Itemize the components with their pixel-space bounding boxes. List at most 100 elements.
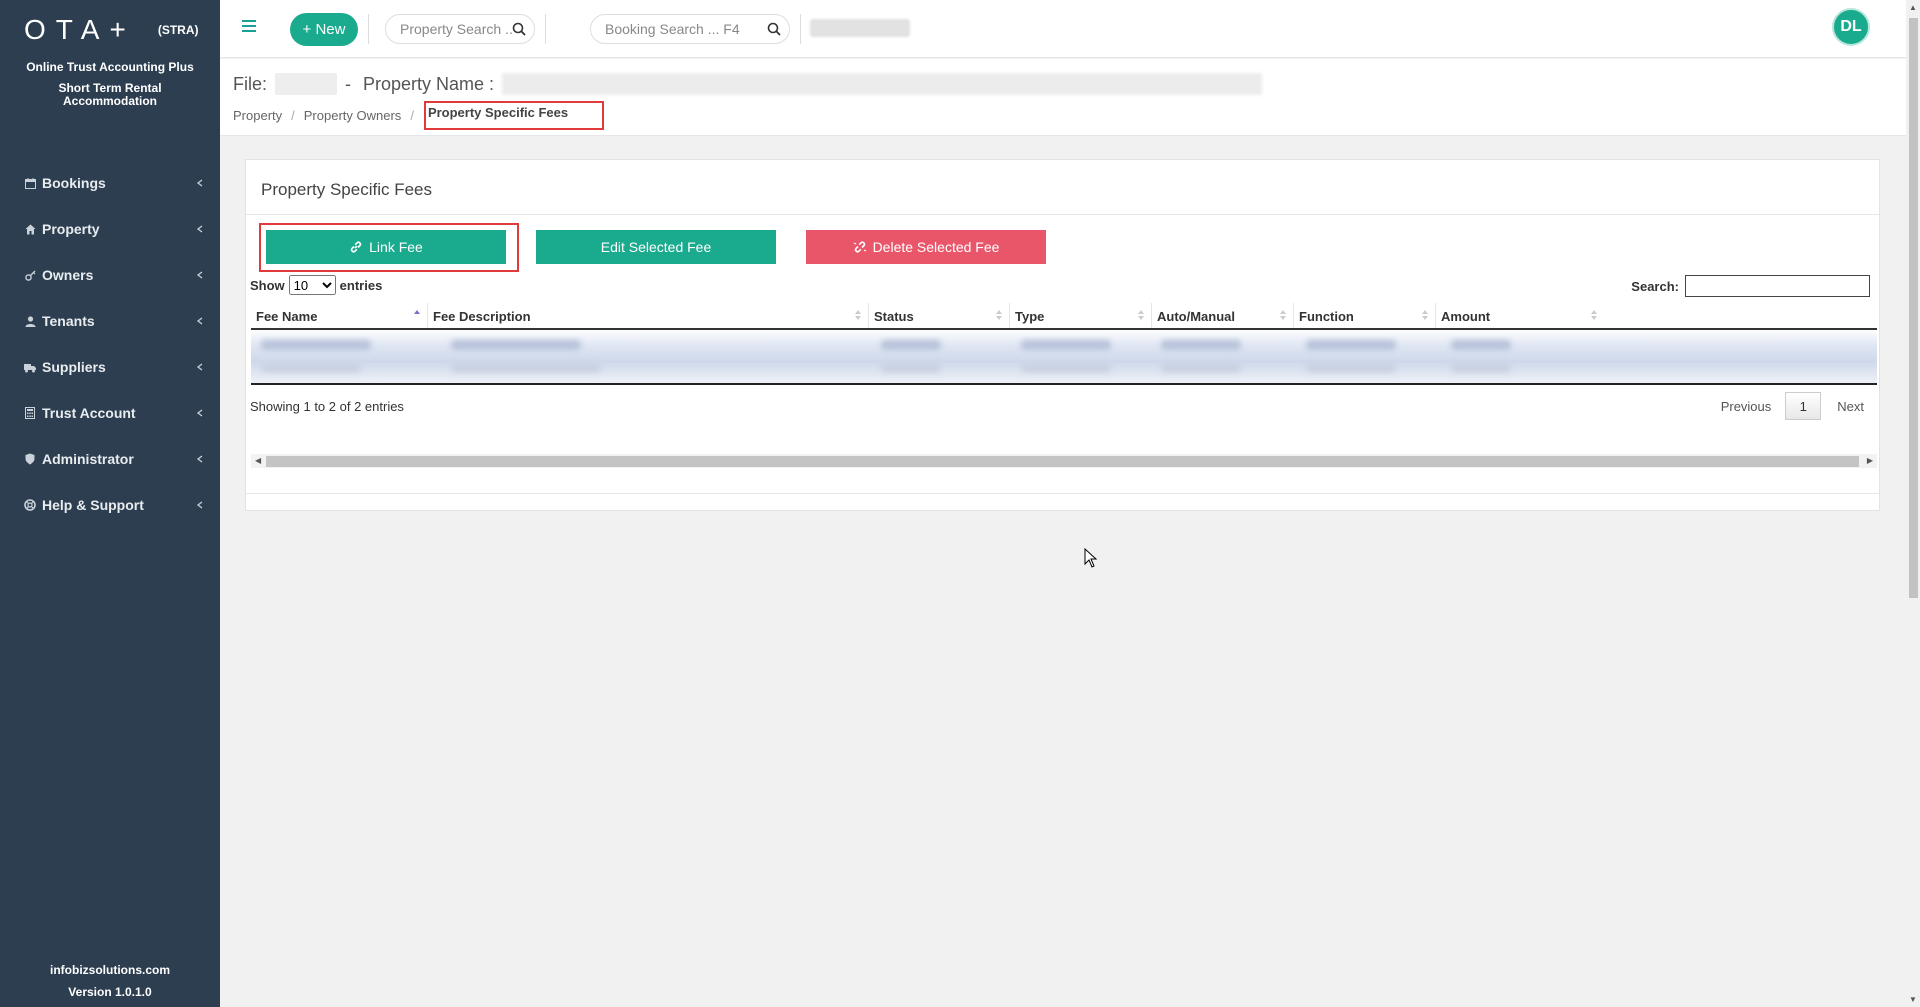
- sort-icon: [854, 309, 862, 321]
- divider: [368, 14, 369, 44]
- redacted-property-name: [502, 73, 1263, 95]
- breadcrumb-property[interactable]: Property: [233, 108, 282, 123]
- column-status[interactable]: Status: [869, 303, 1010, 328]
- scroll-left-icon[interactable]: ◀: [255, 456, 261, 465]
- property-search[interactable]: [385, 14, 535, 44]
- footer-site-link[interactable]: infobizsolutions.com: [0, 963, 220, 977]
- breadcrumb-separator: /: [410, 108, 414, 123]
- table-header: Fee Name Fee Description Status Type Aut…: [251, 303, 1877, 330]
- entries-select[interactable]: 10: [288, 275, 336, 295]
- pagination: Previous 1 Next: [1721, 392, 1864, 420]
- table-search-input[interactable]: [1685, 275, 1870, 297]
- sidebar: OTA+ (STRA) Online Trust Accounting Plus…: [0, 0, 220, 1007]
- sidebar-item-label: Help & Support: [42, 497, 144, 513]
- column-label: Fee Name: [256, 309, 318, 324]
- sidebar-item-bookings[interactable]: Bookings: [0, 160, 220, 206]
- vertical-scrollbar[interactable]: ▲ ▼: [1906, 0, 1920, 1007]
- mouse-cursor-icon: [1084, 547, 1098, 568]
- scroll-down-icon[interactable]: ▼: [1909, 995, 1917, 1004]
- new-button[interactable]: + New: [290, 13, 358, 46]
- sidebar-item-label: Trust Account: [42, 405, 136, 421]
- breadcrumb: Property / Property Owners / Property Sp…: [233, 101, 605, 130]
- breadcrumb-property-owners[interactable]: Property Owners: [304, 108, 402, 123]
- scrollbar-thumb[interactable]: [266, 456, 1859, 467]
- property-name-label: Property Name :: [363, 73, 495, 94]
- page-number-button[interactable]: 1: [1785, 392, 1822, 420]
- chevron-left-icon: [196, 271, 204, 279]
- file-label: File:: [233, 73, 268, 94]
- divider: [246, 493, 1879, 494]
- avatar[interactable]: DL: [1832, 8, 1870, 46]
- brand-subtitle: Online Trust Accounting Plus: [26, 60, 194, 74]
- chevron-left-icon: [196, 455, 204, 463]
- chevron-left-icon: [196, 409, 204, 417]
- redacted-file-number: [275, 73, 338, 95]
- link-icon: [349, 240, 363, 254]
- sidebar-item-trust-account[interactable]: Trust Account: [0, 390, 220, 436]
- entries-label: entries: [339, 277, 383, 293]
- column-fee-description[interactable]: Fee Description: [428, 303, 869, 328]
- file-line: File: - Property Name :: [233, 73, 1263, 95]
- top-bar: + New DL: [220, 0, 1906, 58]
- column-label: Type: [1015, 309, 1045, 324]
- sidebar-item-label: Administrator: [42, 451, 134, 467]
- column-type[interactable]: Type: [1010, 303, 1152, 328]
- scrollbar-thumb[interactable]: [1909, 18, 1918, 598]
- chevron-left-icon: [196, 179, 204, 187]
- delete-selected-fee-button[interactable]: Delete Selected Fee: [806, 230, 1046, 264]
- delete-fee-label: Delete Selected Fee: [872, 239, 1000, 255]
- search-label: Search:: [1631, 278, 1679, 294]
- divider: [800, 14, 801, 44]
- link-fee-button[interactable]: Link Fee: [266, 230, 506, 264]
- divider: [545, 14, 546, 44]
- footer-version: Version 1.0.1.0: [68, 985, 152, 999]
- sidebar-item-property[interactable]: Property: [0, 206, 220, 252]
- column-label: Fee Description: [433, 309, 531, 324]
- chevron-left-icon: [196, 225, 204, 233]
- sort-icon: [1279, 309, 1287, 321]
- sidebar-item-suppliers[interactable]: Suppliers: [0, 344, 220, 390]
- sort-icon: [1137, 309, 1145, 321]
- card-title: Property Specific Fees: [261, 180, 433, 199]
- sidebar-item-help-support[interactable]: Help & Support: [0, 482, 220, 528]
- chevron-left-icon: [196, 501, 204, 509]
- search-icon[interactable]: [767, 22, 781, 36]
- column-fee-name[interactable]: Fee Name: [251, 303, 428, 328]
- scroll-up-icon[interactable]: ▲: [1909, 3, 1917, 12]
- booking-search-input[interactable]: [605, 21, 767, 37]
- table-body-redacted[interactable]: [251, 330, 1877, 385]
- sidebar-item-owners[interactable]: Owners: [0, 252, 220, 298]
- brand-tag: (STRA): [157, 23, 199, 37]
- entries-length: Show 10 entries: [250, 275, 382, 295]
- column-label: Function: [1299, 309, 1354, 324]
- property-search-input[interactable]: [400, 21, 512, 37]
- search-icon[interactable]: [512, 22, 526, 36]
- link-fee-label: Link Fee: [369, 239, 423, 255]
- next-page-button[interactable]: Next: [1837, 399, 1864, 414]
- page-header: File: - Property Name : Property / Prope…: [220, 59, 1906, 136]
- previous-page-button[interactable]: Previous: [1721, 399, 1772, 414]
- sidebar-item-label: Owners: [42, 267, 94, 283]
- menu-toggle-icon[interactable]: [242, 20, 256, 32]
- unlink-icon: [853, 240, 867, 254]
- breadcrumb-current: Property Specific Fees: [423, 101, 605, 130]
- key-icon: [24, 269, 36, 281]
- sidebar-item-administrator[interactable]: Administrator: [0, 436, 220, 482]
- edit-selected-fee-button[interactable]: Edit Selected Fee: [536, 230, 776, 264]
- table-info: Showing 1 to 2 of 2 entries: [250, 399, 404, 414]
- scroll-right-icon[interactable]: ▶: [1867, 456, 1873, 465]
- column-auto-manual[interactable]: Auto/Manual: [1152, 303, 1294, 328]
- sort-icon: [1421, 309, 1429, 321]
- sidebar-item-label: Tenants: [42, 313, 95, 329]
- horizontal-scrollbar[interactable]: ◀ ▶: [251, 454, 1877, 468]
- column-label: Auto/Manual: [1157, 309, 1235, 324]
- sidebar-item-tenants[interactable]: Tenants: [0, 298, 220, 344]
- column-function[interactable]: Function: [1294, 303, 1436, 328]
- sort-icon: [995, 309, 1003, 321]
- column-label: Status: [874, 309, 914, 324]
- booking-search[interactable]: [590, 14, 790, 44]
- breadcrumb-separator: /: [291, 108, 295, 123]
- brand-subtitle-2: Short Term Rental Accommodation: [58, 81, 162, 108]
- app-logo[interactable]: OTA+: [24, 14, 136, 46]
- column-amount[interactable]: Amount: [1436, 303, 1604, 328]
